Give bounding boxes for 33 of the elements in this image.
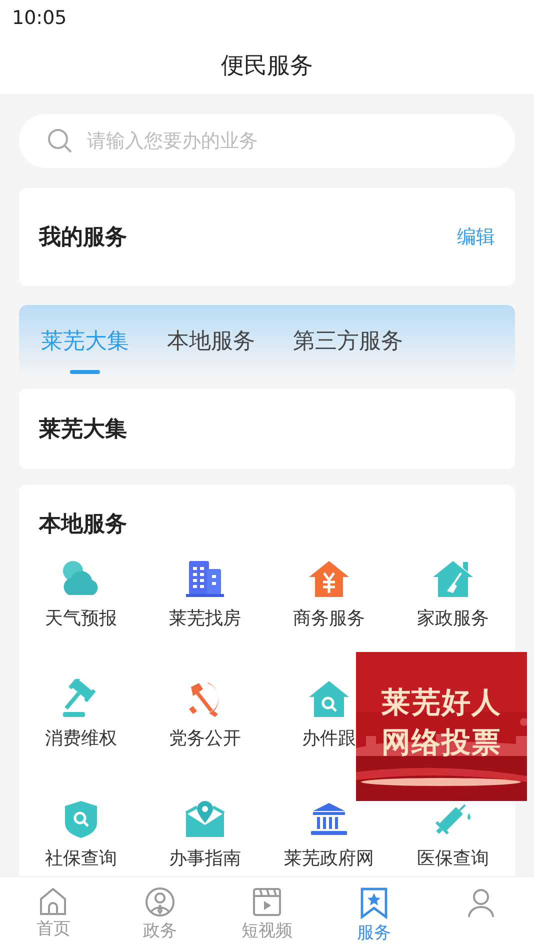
house-broom-icon xyxy=(431,559,475,599)
page-title: 便民服务 xyxy=(221,52,313,80)
service-label[interactable]: 商务服务 xyxy=(293,609,365,629)
service-label[interactable]: 医保查询 xyxy=(417,849,489,869)
service-label[interactable]: 天气预报 xyxy=(45,609,117,629)
section-title: 莱芜大集 xyxy=(39,416,127,444)
search-field[interactable]: 请输入您要办的业务 xyxy=(19,114,515,168)
service-label[interactable]: 社保查询 xyxy=(45,849,117,869)
service-label[interactable]: 办事指南 xyxy=(169,849,241,869)
video-icon xyxy=(252,887,282,917)
service-label[interactable]: 党务公开 xyxy=(169,729,241,749)
vote-banner[interactable]: 莱芜好人 网络投票 xyxy=(356,652,527,801)
home-icon xyxy=(38,887,68,915)
service-label[interactable]: 莱芜政府网 xyxy=(284,849,374,869)
section-title: 我的服务 xyxy=(39,224,127,252)
bookmark-star-icon xyxy=(360,887,388,919)
service-label[interactable]: 莱芜找房 xyxy=(169,609,241,629)
envelope-pin-icon xyxy=(183,799,227,839)
house-search-icon xyxy=(307,679,351,719)
service-label[interactable]: 办件跟 xyxy=(302,729,356,749)
section-title: 本地服务 xyxy=(38,511,128,539)
user-icon xyxy=(466,887,496,917)
category-tab[interactable]: 本地服务 xyxy=(167,308,255,374)
status-time: 10:05 xyxy=(12,7,67,29)
category-tab[interactable]: 第三方服务 xyxy=(293,308,403,374)
banner-text: 网络投票 xyxy=(382,724,502,761)
search-icon xyxy=(47,128,73,154)
buildings-icon xyxy=(183,559,227,599)
service-label[interactable]: 家政服务 xyxy=(417,609,489,629)
yen-house-icon xyxy=(307,559,351,599)
person-icon xyxy=(145,887,176,917)
service-label[interactable]: 消费维权 xyxy=(45,729,117,749)
banner-text: 莱芜好人 xyxy=(382,684,502,721)
